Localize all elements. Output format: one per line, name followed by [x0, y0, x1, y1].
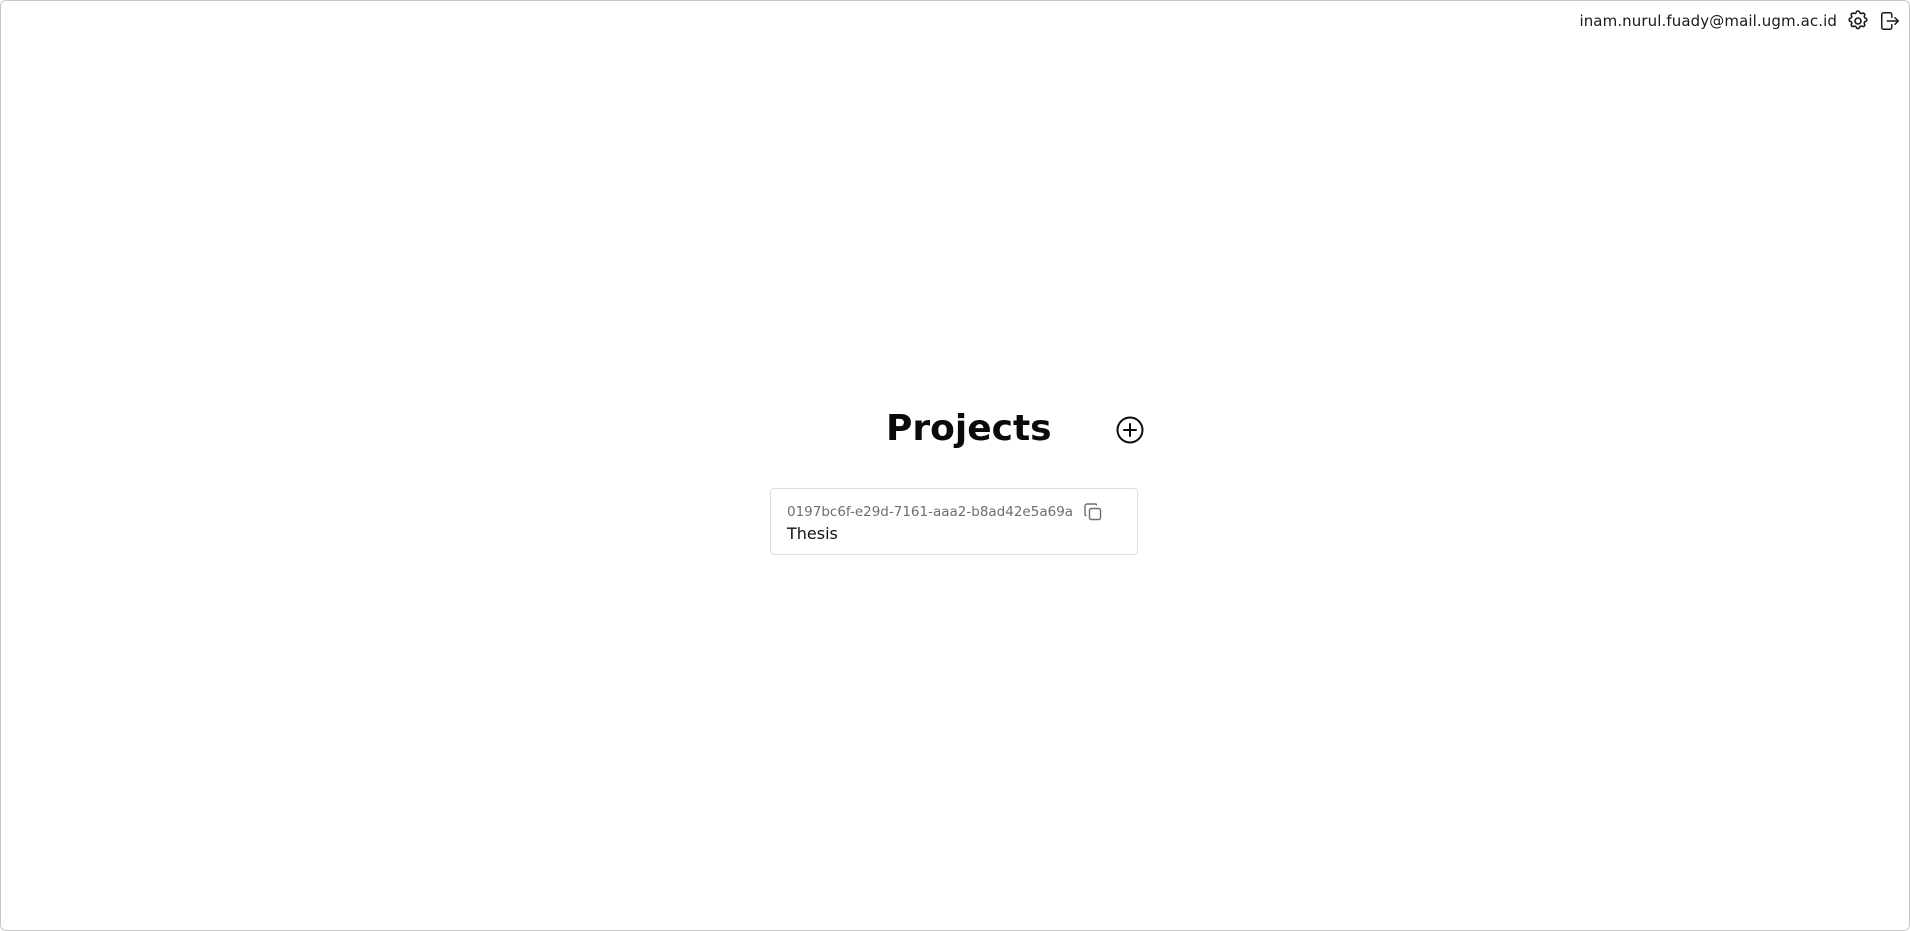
top-bar: inam.nurul.fuady@mail.ugm.ac.id	[1579, 8, 1903, 34]
logout-icon	[1881, 12, 1899, 30]
page-title: Projects	[886, 408, 1052, 449]
add-project-button[interactable]	[1115, 415, 1145, 445]
user-email: inam.nurul.fuady@mail.ugm.ac.id	[1579, 12, 1837, 30]
project-id-row: 0197bc6f-e29d-7161-aaa2-b8ad42e5a69a	[787, 501, 1104, 523]
project-id: 0197bc6f-e29d-7161-aaa2-b8ad42e5a69a	[787, 504, 1074, 520]
settings-button[interactable]	[1845, 8, 1871, 34]
projects-header: Projects	[886, 403, 1146, 455]
logout-button[interactable]	[1877, 8, 1903, 34]
copy-icon	[1084, 503, 1102, 521]
gear-icon	[1848, 10, 1868, 30]
copy-id-button[interactable]	[1082, 501, 1104, 523]
project-card[interactable]: 0197bc6f-e29d-7161-aaa2-b8ad42e5a69a The…	[770, 488, 1138, 555]
project-name: Thesis	[787, 524, 838, 543]
app-window: inam.nurul.fuady@mail.ugm.ac.id Projects	[0, 0, 1910, 931]
plus-circle-icon	[1116, 416, 1144, 444]
